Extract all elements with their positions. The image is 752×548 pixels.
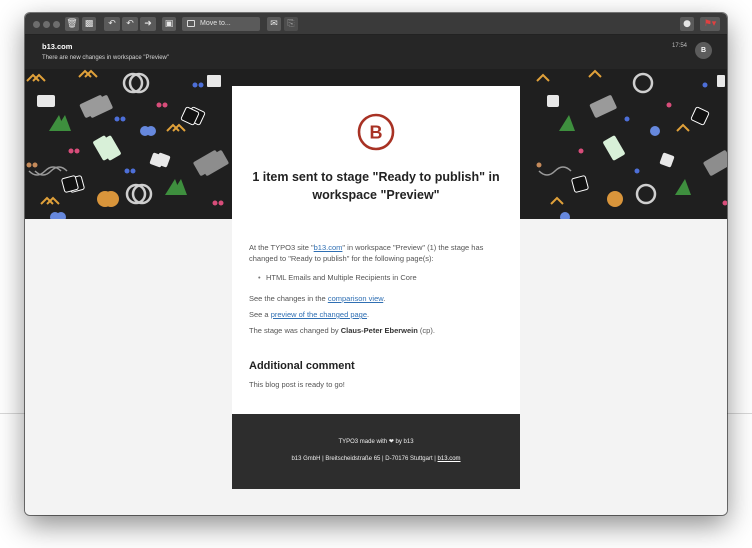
sender-name: b13.com (42, 42, 73, 51)
compose-icon[interactable]: ✉ (267, 17, 281, 31)
comparison-text-after: . (383, 294, 386, 303)
intro-paragraph: At the TYPO3 site "b13.com" in workspace… (249, 242, 507, 264)
message-subject: There are new changes in workspace "Prev… (42, 55, 169, 61)
changed-by-text-after: (cp). (417, 326, 435, 335)
minimize-window-button[interactable] (43, 21, 50, 28)
changed-by-name: Claus-Peter Eberwein (340, 326, 418, 335)
footer-address: b13 GmbH | Breitscheidstraße 65 | D-7017… (232, 456, 520, 462)
intro-text-before: At the TYPO3 site " (249, 243, 314, 252)
footer-site-link[interactable]: b13.com (438, 456, 461, 462)
move-to-button[interactable]: Move to... (182, 17, 260, 31)
email-card: B 1 item sent to stage "Ready to publish… (232, 86, 520, 414)
email-title: 1 item sent to stage "Ready to publish" … (252, 170, 500, 202)
mail-window: 🗑 ▩ ↶ ↶ ➜ ▣ Move to... ✉ ⎘ ● ⚑▾ b13.com … (25, 13, 727, 515)
message-body: B 1 item sent to stage "Ready to publish… (25, 69, 727, 515)
comparison-paragraph: See the changes in the comparison view. (249, 293, 507, 304)
b13-logo-icon: B (357, 113, 395, 151)
move-icon (187, 20, 195, 27)
close-window-button[interactable] (33, 21, 40, 28)
footer-credit: TYPO3 made with ❤ by b13 (232, 438, 520, 445)
reply-all-icon[interactable]: ↶ (122, 17, 138, 31)
comparison-text-before: See the changes in the (249, 294, 328, 303)
comment-text: This blog post is ready to go! (249, 380, 345, 389)
print-icon[interactable]: ⎘ (284, 17, 298, 31)
avatar[interactable]: B (695, 42, 712, 59)
zoom-window-button[interactable] (53, 21, 60, 28)
toolbar: 🗑 ▩ ↶ ↶ ➜ ▣ Move to... ✉ ⎘ ● ⚑▾ (25, 13, 727, 35)
changed-by-paragraph: The stage was changed by Claus-Peter Ebe… (249, 325, 507, 336)
archive-icon[interactable]: ▩ (82, 17, 96, 31)
email-footer: TYPO3 made with ❤ by b13 b13 GmbH | Brei… (232, 414, 520, 489)
reply-icon[interactable]: ↶ (104, 17, 120, 31)
preview-page-link[interactable]: preview of the changed page (271, 310, 367, 319)
footer-credit-before: TYPO3 made with (338, 439, 389, 445)
footer-credit-after: by b13 (393, 439, 414, 445)
preview-text-after: . (367, 310, 370, 319)
flag-icon[interactable]: ⚑▾ (700, 17, 720, 31)
chat-icon[interactable]: ● (680, 17, 694, 31)
site-link[interactable]: b13.com (314, 243, 343, 252)
changed-by-text-before: The stage was changed by (249, 326, 341, 335)
forward-icon[interactable]: ➜ (140, 17, 156, 31)
footer-address-text: b13 GmbH | Breitscheidstraße 65 | D-7017… (291, 456, 438, 462)
move-to-label: Move to... (200, 20, 231, 27)
comparison-view-link[interactable]: comparison view (328, 294, 383, 303)
junk-icon[interactable]: ▣ (162, 17, 176, 31)
comment-heading: Additional comment (249, 360, 355, 372)
preview-paragraph: See a preview of the changed page. (249, 309, 507, 320)
preview-text-before: See a (249, 310, 271, 319)
changed-page-item: HTML Emails and Multiple Recipients in C… (258, 273, 417, 282)
message-header: b13.com There are new changes in workspa… (25, 35, 727, 69)
logo-letter: B (370, 123, 383, 143)
message-time: 17:54 (671, 43, 687, 49)
trash-icon[interactable]: 🗑 (65, 17, 79, 31)
